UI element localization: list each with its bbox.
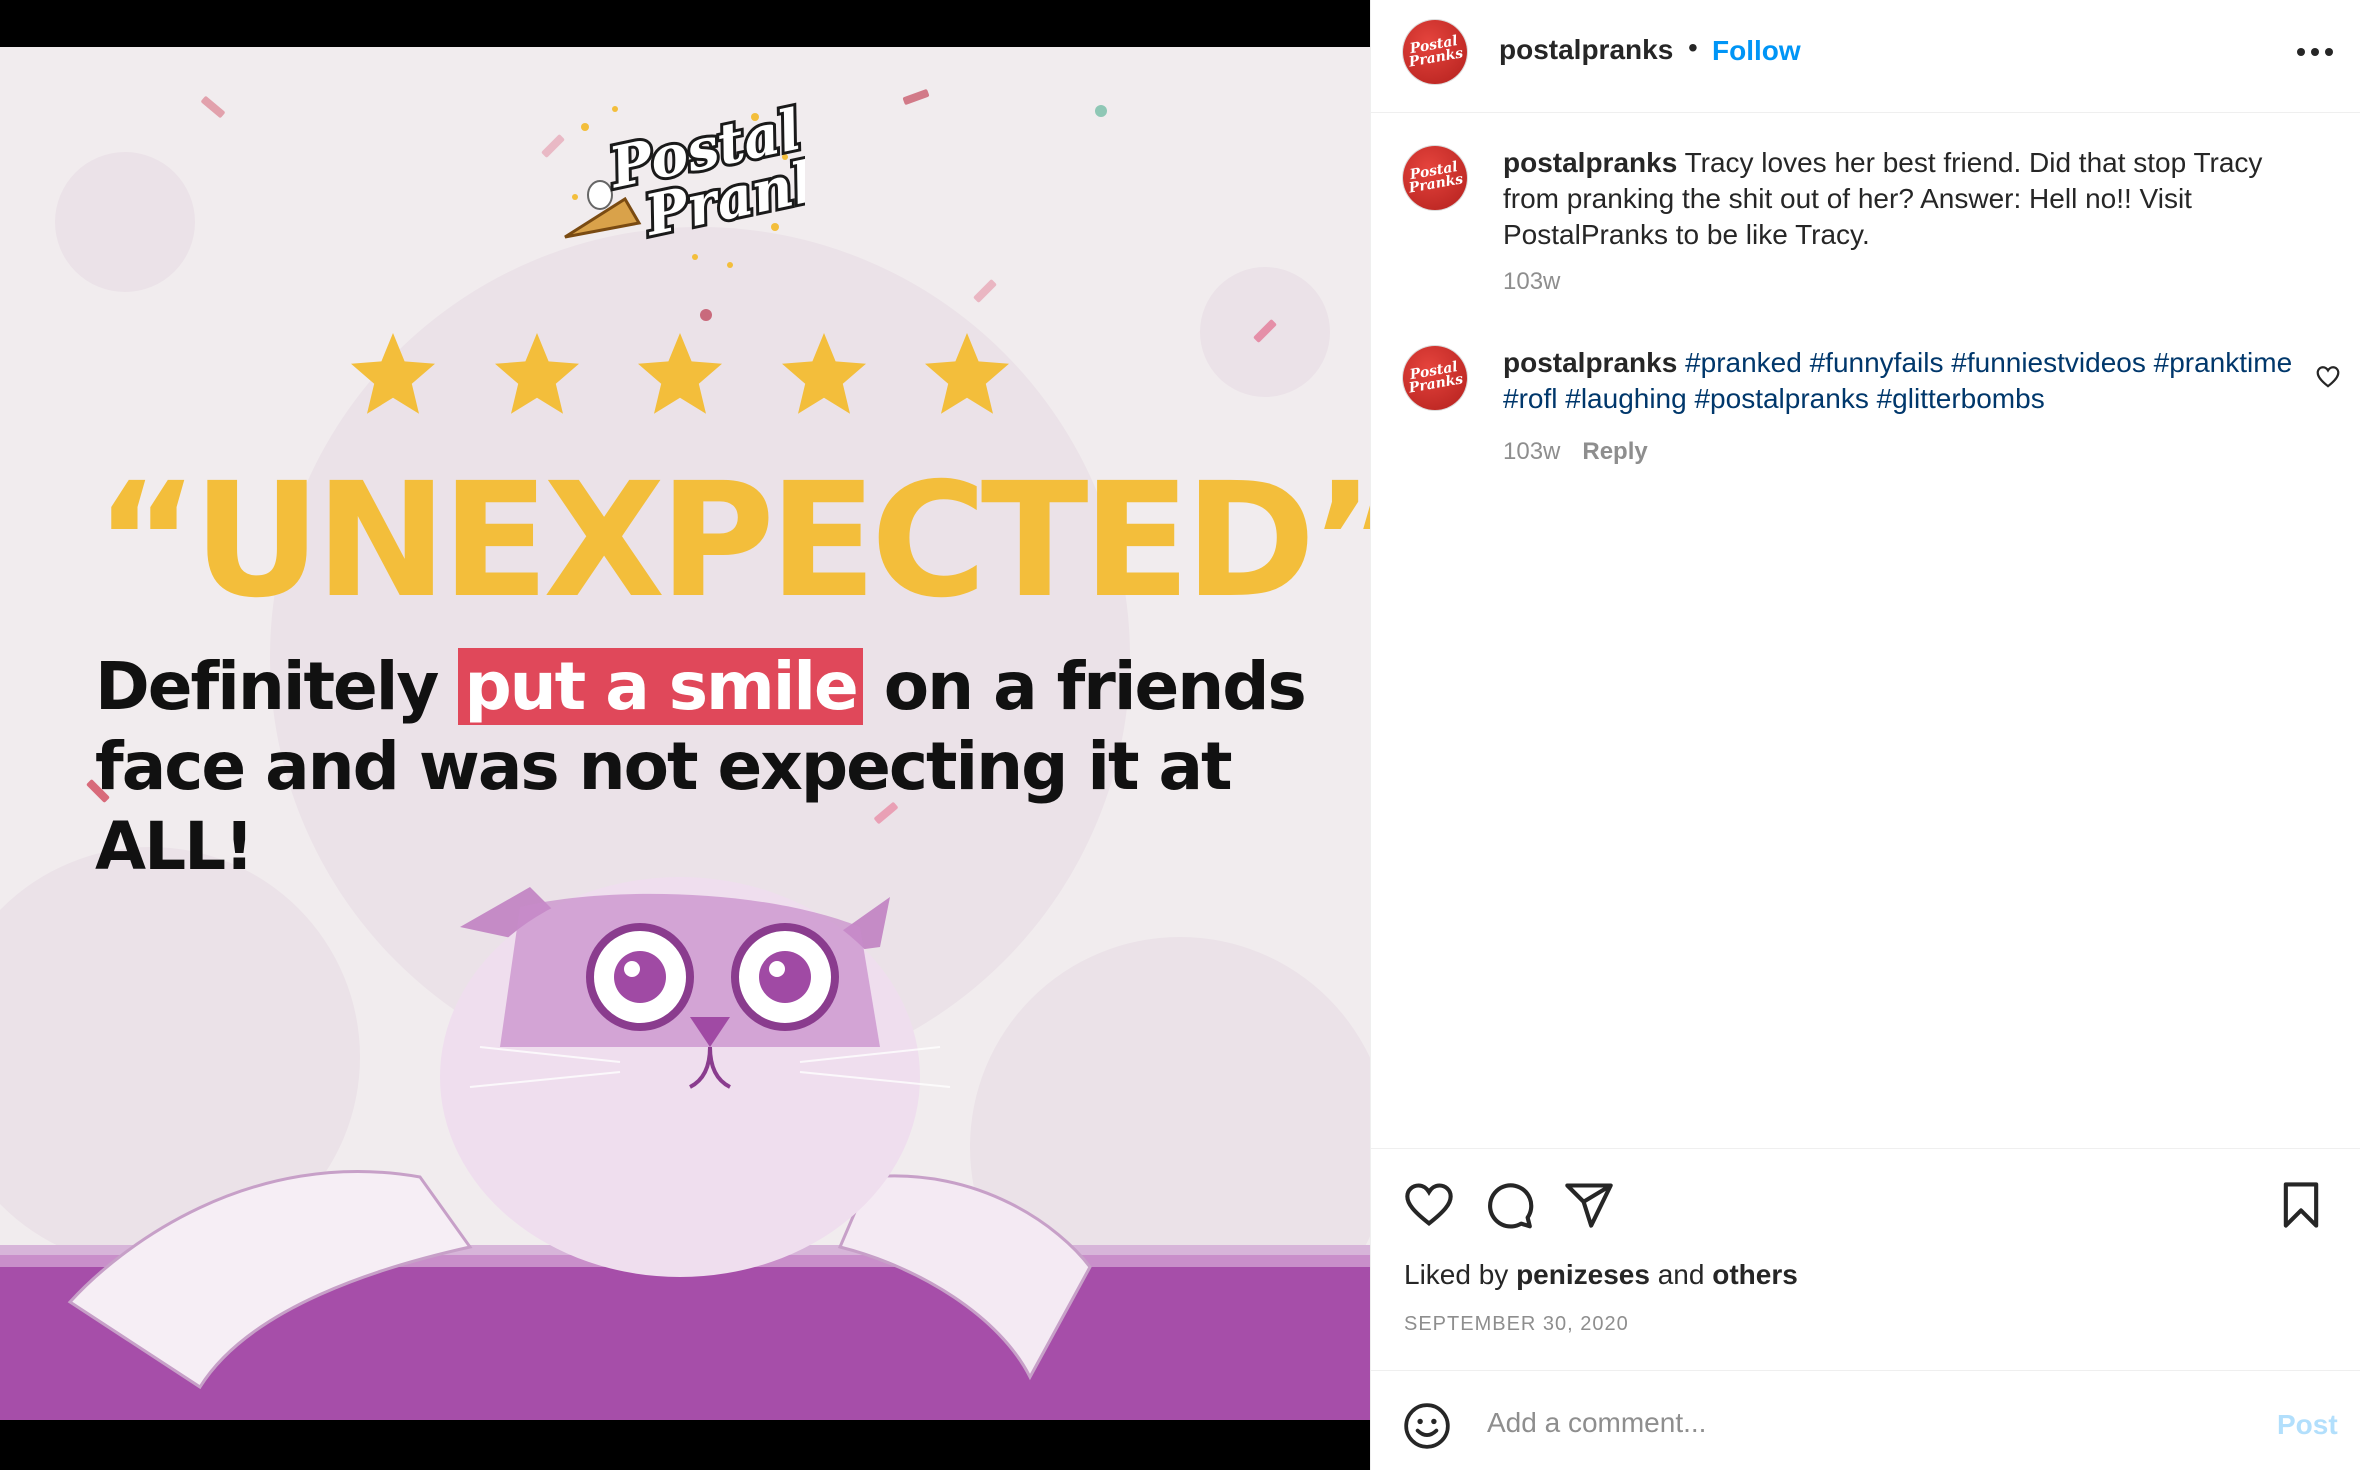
bookmark-icon[interactable]	[2275, 1179, 2327, 1231]
comment-username[interactable]: postalpranks	[1503, 347, 1677, 378]
emoji-icon[interactable]	[1402, 1401, 1452, 1451]
postal-pranks-logo: Postal Pranks	[564, 94, 805, 268]
hashtag-link[interactable]: #laughing	[1565, 383, 1686, 414]
post-date[interactable]: SEPTEMBER 30, 2020	[1404, 1313, 1629, 1336]
background-bubble	[55, 152, 195, 292]
hashtag-link[interactable]: #pranked	[1685, 347, 1802, 378]
avatar[interactable]: Postal Pranks	[1403, 20, 1467, 84]
post-details-panel: Postal Pranks postalpranks • Follow Post…	[1370, 0, 2360, 1470]
liked-by-user[interactable]: penizeses	[1516, 1259, 1650, 1290]
star-icon	[925, 333, 1009, 414]
comment-username[interactable]: postalpranks	[1503, 147, 1677, 178]
reply-button[interactable]: Reply	[1582, 438, 1647, 465]
confetti	[700, 309, 712, 321]
heart-icon[interactable]	[1403, 1179, 1455, 1231]
likes-prefix: Liked by	[1404, 1259, 1509, 1290]
comment-meta: 103w Reply	[1503, 438, 1648, 466]
confetti	[902, 88, 930, 106]
comment-time[interactable]: 103w	[1503, 268, 1560, 295]
hashtag-link[interactable]: #funnyfails	[1810, 347, 1944, 378]
likes-and: and	[1657, 1259, 1705, 1290]
post-header: Postal Pranks postalpranks • Follow	[1371, 0, 2360, 113]
avatar[interactable]: Postal Pranks	[1403, 146, 1467, 210]
likes-summary: Liked by penizeses and others	[1404, 1259, 1798, 1291]
hashtag-link[interactable]: #rofl	[1503, 383, 1557, 414]
comment-text: postalpranks #pranked #funnyfails #funni…	[1503, 345, 2293, 417]
surprised-cat-image	[0, 877, 1370, 1420]
separator-dot: •	[1688, 32, 1698, 63]
avatar-label: Postal Pranks	[1407, 33, 1465, 71]
comment-text: postalpranks Tracy loves her best friend…	[1503, 145, 2293, 253]
hashtag-link[interactable]: #postalpranks	[1694, 383, 1868, 414]
more-options-icon[interactable]	[2295, 42, 2335, 62]
comment-time[interactable]: 103w	[1503, 438, 1560, 465]
hashtag-link[interactable]: #funniestvideos	[1951, 347, 2146, 378]
hashtag-link[interactable]: #glitterbombs	[1877, 383, 2045, 414]
avatar-label: Postal Pranks	[1407, 359, 1465, 397]
rating-stars	[345, 327, 1015, 427]
share-icon[interactable]	[1563, 1179, 1615, 1231]
like-comment-heart-icon[interactable]	[2315, 364, 2341, 390]
post-media[interactable]: Postal Pranks “UNEXPECTED” Definitely pu…	[0, 0, 1370, 1470]
comment-icon[interactable]	[1483, 1179, 1535, 1231]
star-icon	[494, 333, 579, 414]
post-image: Postal Pranks “UNEXPECTED” Definitely pu…	[0, 47, 1370, 1420]
star-icon	[638, 333, 722, 414]
username-link[interactable]: postalpranks	[1499, 34, 1673, 66]
confetti	[972, 278, 998, 304]
follow-button[interactable]: Follow	[1712, 35, 1801, 67]
post-comment-button[interactable]: Post	[2277, 1409, 2338, 1441]
star-icon	[781, 333, 866, 414]
comment-input[interactable]	[1485, 1397, 2209, 1449]
confetti	[1095, 105, 1107, 117]
likes-others-link[interactable]: others	[1712, 1259, 1798, 1290]
headline: “UNEXPECTED”	[95, 449, 1370, 633]
confetti	[200, 95, 226, 119]
avatar-label: Postal Pranks	[1407, 159, 1465, 197]
hashtag-link[interactable]: #pranktime	[2154, 347, 2293, 378]
subtitle-text: Definitely	[95, 648, 459, 725]
subtitle-highlight: put a smile	[458, 648, 863, 725]
star-icon	[351, 333, 435, 414]
comment-meta: 103w	[1503, 268, 1560, 296]
add-comment-bar: Post	[1371, 1370, 2360, 1471]
avatar[interactable]: Postal Pranks	[1403, 346, 1467, 410]
